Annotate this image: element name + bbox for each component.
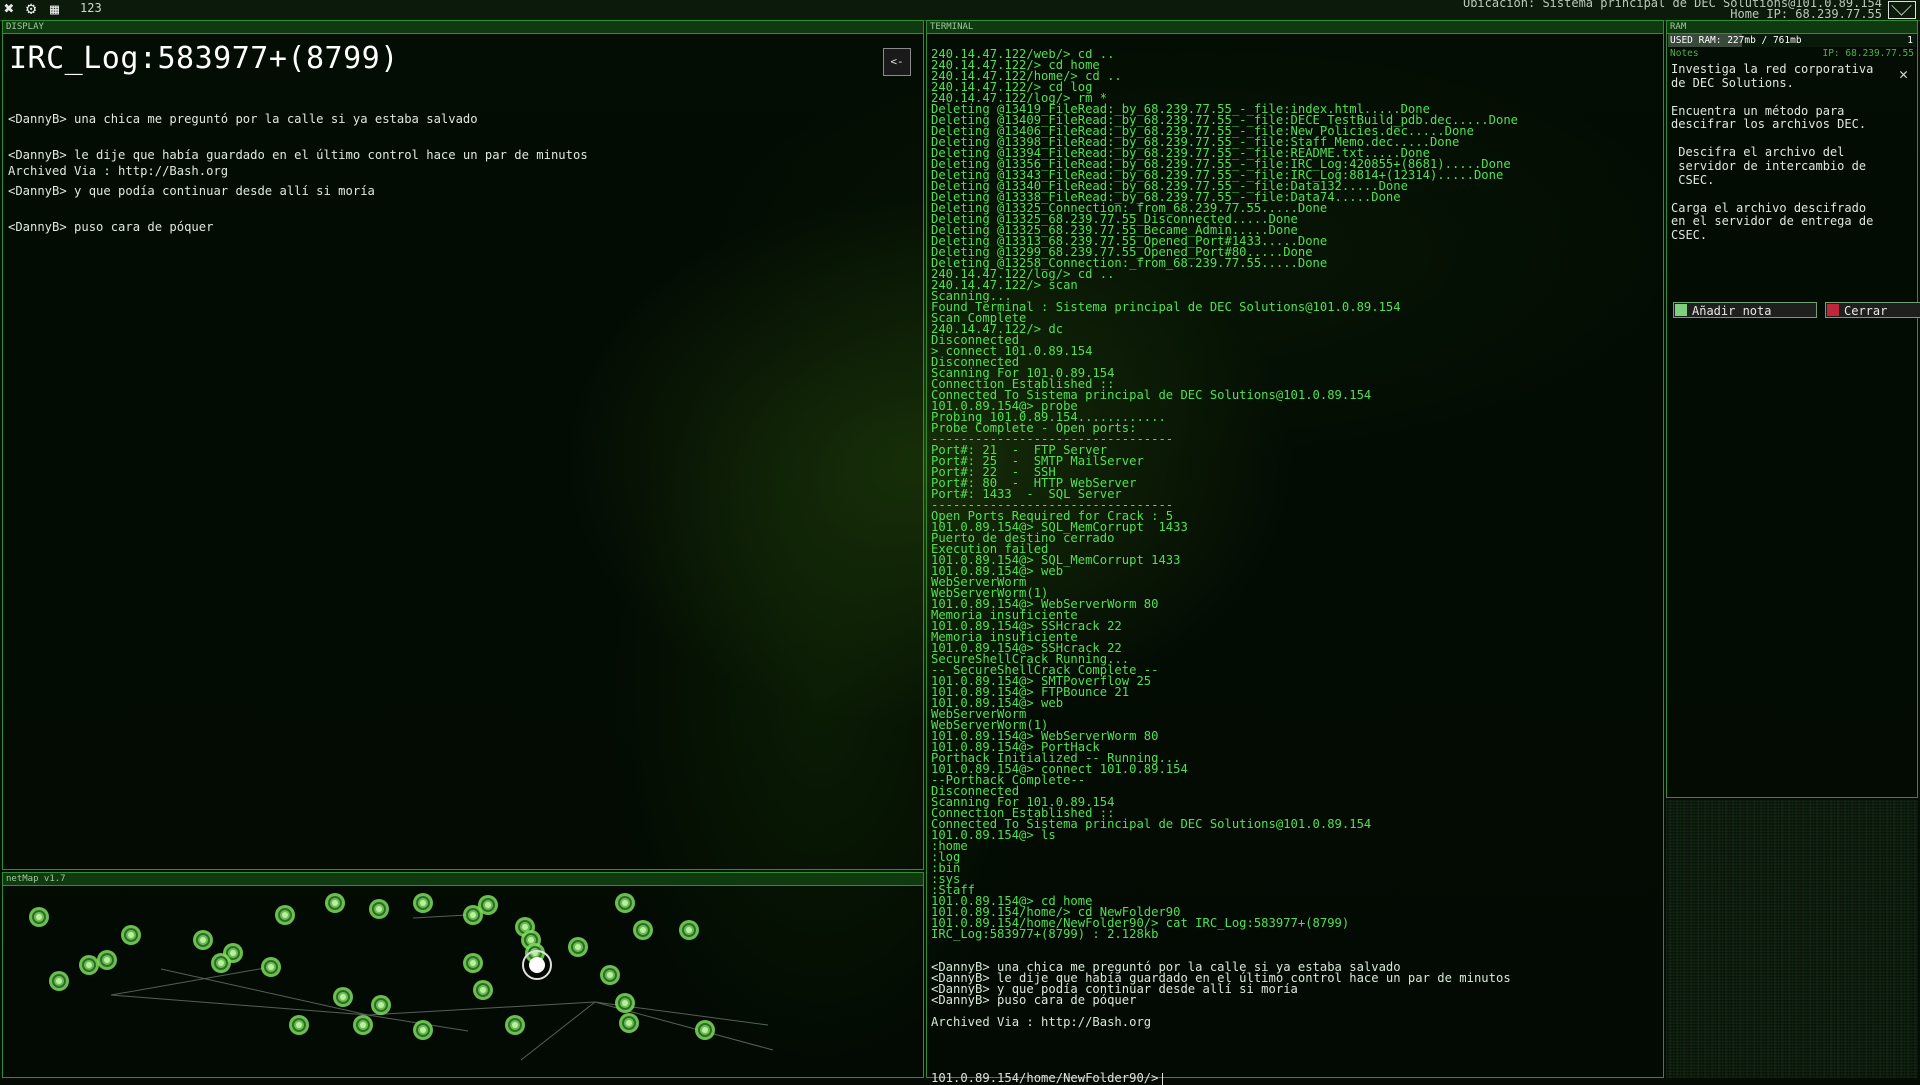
- network-node[interactable]: [193, 930, 213, 950]
- network-node[interactable]: [79, 955, 99, 975]
- network-node[interactable]: [29, 907, 49, 927]
- network-node[interactable]: [121, 925, 141, 945]
- back-button[interactable]: <-: [883, 48, 911, 76]
- ram-usage-bar: USED RAM: 227mb / 761mb 1: [1668, 34, 1916, 47]
- network-node[interactable]: [695, 1020, 715, 1040]
- network-node[interactable]: [353, 1015, 373, 1035]
- note-item: Descifra el archivo del servidor de inte…: [1678, 145, 1867, 187]
- terminal-line: 101.0.89.154@> web: [931, 564, 1064, 578]
- terminal-line: :sys: [931, 872, 961, 886]
- terminal-output: 240.14.47.122/web/> cd .. 240.14.47.122/>…: [931, 49, 1661, 1039]
- top-bar: ✖ ⚙ ▦ 123 Ubicación: Sistema principal d…: [0, 0, 1920, 21]
- terminal-line: Archived Via : http://Bash.org: [931, 1015, 1152, 1029]
- location-info: Ubicación: Sistema principal de DEC Solu…: [1463, 0, 1882, 20]
- add-note-label: Añadir nota: [1692, 304, 1772, 318]
- terminal-prompt[interactable]: 101.0.89.154/home/NewFolder90/>: [931, 1071, 1164, 1085]
- network-node[interactable]: [600, 965, 620, 985]
- file-title: IRC_Log:583977+(8799): [9, 41, 399, 76]
- network-node[interactable]: [333, 987, 353, 1007]
- close-icon[interactable]: ✖: [4, 0, 14, 18]
- note-item: Encuentra un método para descifrar los a…: [1671, 103, 1867, 132]
- network-node[interactable]: [261, 957, 281, 977]
- archived-text: Archived Via : http://Bash.org: [8, 164, 229, 178]
- home-ip-text: Home IP: 68.239.77.55: [1730, 7, 1882, 21]
- network-map[interactable]: [3, 885, 923, 1077]
- note-item: Carga el archivo descifrado en el servid…: [1671, 200, 1874, 243]
- counter-text: 123: [80, 1, 102, 15]
- close-notes-button[interactable]: Cerrar: [1825, 302, 1920, 318]
- terminal-line: 101.0.89.154@> ls: [931, 828, 1056, 842]
- network-node[interactable]: [325, 893, 345, 913]
- network-node[interactable]: [478, 895, 498, 915]
- network-node[interactable]: [473, 980, 493, 1000]
- terminal-line: Found Terminal : Sistema principal de DE…: [931, 300, 1401, 314]
- terminal-panel[interactable]: TERMINAL 240.14.47.122/web/> cd .. 240.14…: [926, 20, 1664, 1085]
- ram-usage-text: USED RAM: 227mb / 761mb: [1670, 35, 1802, 46]
- note-item: Investiga la red corporativa de DEC Solu…: [1671, 62, 1874, 90]
- network-node[interactable]: [413, 1020, 433, 1040]
- network-node[interactable]: [505, 1015, 525, 1035]
- network-node[interactable]: [615, 893, 635, 913]
- terminal-line: 101.0.89.154@> web: [931, 696, 1064, 710]
- notes-tab: Notes IP: 68.239.77.55: [1668, 48, 1916, 60]
- network-node[interactable]: [633, 920, 653, 940]
- gear-icon[interactable]: ⚙: [26, 0, 36, 18]
- text-cursor: [1162, 1072, 1164, 1085]
- terminal-line: <DannyB> puso cara de póquer: [931, 993, 1137, 1007]
- file-line: <DannyB> puso cara de póquer: [8, 220, 214, 234]
- terminal-line: IRC_Log:583977+(8799) : 2.128kb: [931, 927, 1159, 941]
- terminal-line: :bin: [931, 861, 961, 875]
- netmap-panel: netMap v1.7: [2, 872, 924, 1078]
- terminal-line: :home: [931, 839, 968, 853]
- network-node[interactable]: [413, 893, 433, 913]
- file-line: <DannyB> y que podía continuar desde all…: [8, 184, 375, 198]
- add-note-swatch: [1675, 304, 1687, 316]
- file-line: <DannyB> una chica me preguntó por la ca…: [8, 112, 478, 126]
- terminal-line: > connect 101.0.89.154: [931, 344, 1093, 358]
- notes-label: Notes: [1670, 48, 1699, 59]
- save-icon[interactable]: ▦: [50, 0, 59, 18]
- network-node[interactable]: [463, 953, 483, 973]
- terminal-line: :log: [931, 850, 961, 864]
- process-count: 1: [1907, 35, 1913, 46]
- network-node[interactable]: [97, 950, 117, 970]
- network-node[interactable]: [49, 971, 69, 991]
- terminal-line: --Porthack Complete--: [931, 773, 1086, 787]
- terminal-panel-title: TERMINAL: [927, 21, 1663, 34]
- close-notes-label: Cerrar: [1844, 304, 1888, 318]
- ram-panel-title: RAM: [1667, 21, 1917, 34]
- notes-window: Investiga la red corporativa de DEC Solu…: [1671, 62, 1920, 503]
- close-notes-swatch: [1827, 304, 1839, 316]
- ram-static-area: [1666, 800, 1918, 1078]
- network-node[interactable]: [211, 953, 231, 973]
- mail-icon[interactable]: [1888, 1, 1916, 19]
- file-line: <DannyB> le dije que había guardado en e…: [8, 148, 588, 162]
- network-node[interactable]: [275, 905, 295, 925]
- close-icon[interactable]: ✕: [1899, 65, 1908, 83]
- add-note-button[interactable]: Añadir nota: [1673, 302, 1817, 318]
- display-panel: DISPLAY IRC_Log:583977+(8799) <- <DannyB…: [2, 20, 924, 870]
- network-node[interactable]: [371, 995, 391, 1015]
- network-node[interactable]: [679, 920, 699, 940]
- network-node[interactable]: [615, 993, 635, 1013]
- terminal-line: 240.14.47.122/> dc: [931, 322, 1064, 336]
- prompt-text: 101.0.89.154/home/NewFolder90/>: [931, 1071, 1159, 1085]
- terminal-line: 240.14.47.122/> scan: [931, 278, 1078, 292]
- network-node[interactable]: [289, 1015, 309, 1035]
- network-node[interactable]: [619, 1013, 639, 1033]
- display-panel-title: DISPLAY: [3, 21, 923, 34]
- ram-panel: RAM USED RAM: 227mb / 761mb 1 Notes IP: …: [1666, 20, 1920, 798]
- network-node[interactable]: [568, 937, 588, 957]
- notes-ip-label: IP: 68.239.77.55: [1822, 48, 1914, 59]
- network-node[interactable]: [369, 899, 389, 919]
